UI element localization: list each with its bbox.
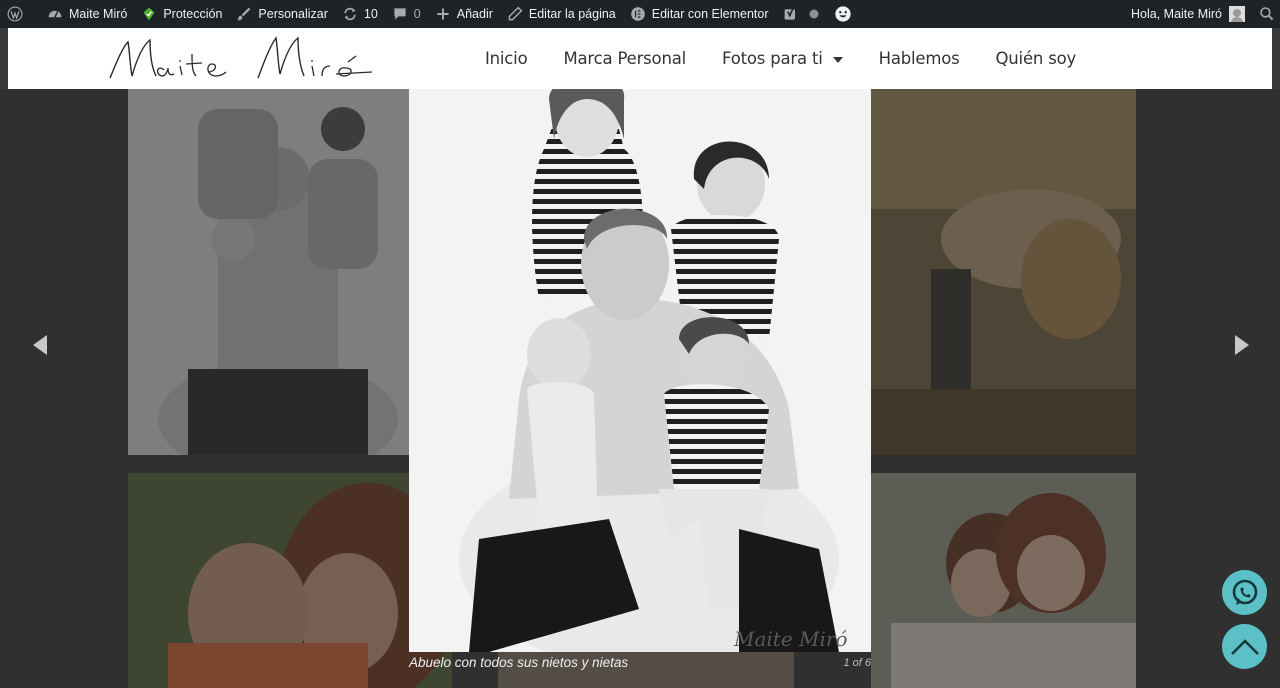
shield-icon [141, 6, 157, 22]
site-logo[interactable] [108, 34, 374, 84]
customize-menu[interactable]: Personalizar [229, 0, 334, 28]
wordpress-icon [7, 6, 23, 22]
smiley-menu[interactable] [827, 0, 865, 28]
nav-marca-personal[interactable]: Marca Personal [563, 49, 686, 68]
yoast-menu[interactable] [776, 0, 827, 28]
brush-icon [236, 6, 252, 22]
main-navigation: Inicio Marca Personal Fotos para ti Habl… [485, 28, 1112, 89]
admin-bar: Maite Miró Protección Personalizar 10 0 … [0, 0, 1280, 28]
lightbox-next-button[interactable] [1230, 333, 1254, 357]
arrow-left-icon [33, 335, 47, 355]
customize-label: Personalizar [258, 7, 328, 21]
search-icon [1259, 6, 1275, 22]
arrow-right-icon [1235, 335, 1249, 355]
lightbox-caption: Abuelo con todos sus nietos y nietas [409, 655, 629, 670]
admin-search-button[interactable] [1252, 0, 1280, 28]
nav-quien-soy[interactable]: Quién soy [996, 49, 1077, 68]
site-name-menu[interactable]: Maite Miró [40, 0, 134, 28]
nav-fotos-para-ti[interactable]: Fotos para ti [722, 49, 843, 68]
site-header: Inicio Marca Personal Fotos para ti Habl… [8, 28, 1272, 89]
updates-menu[interactable]: 10 [335, 0, 385, 28]
lightbox-image: Maite Miró [409, 89, 871, 652]
greeting-label: Hola, Maite Miró [1131, 7, 1222, 21]
add-new-label: Añadir [456, 7, 493, 21]
site-name-label: Maite Miró [69, 7, 128, 21]
nav-hablemos[interactable]: Hablemos [879, 49, 960, 68]
whatsapp-button[interactable] [1222, 570, 1267, 615]
scroll-to-top-button[interactable] [1222, 624, 1267, 669]
whatsapp-icon [1232, 579, 1257, 605]
smiley-icon [834, 5, 852, 23]
lightbox-prev-button[interactable] [28, 333, 52, 357]
plus-icon [435, 6, 451, 22]
protection-label: Protección [163, 7, 223, 21]
refresh-icon [342, 6, 358, 22]
avatar [1229, 6, 1245, 22]
chevron-up-icon [1230, 638, 1259, 655]
pencil-icon [507, 6, 523, 22]
my-account-menu[interactable]: Hola, Maite Miró [1124, 0, 1252, 28]
status-dot-icon [809, 6, 819, 22]
protection-menu[interactable]: Protección [134, 0, 229, 28]
edit-elementor-label: Editar con Elementor [651, 7, 769, 21]
elementor-icon [630, 6, 646, 22]
photo-watermark: Maite Miró [733, 627, 848, 651]
edit-elementor-menu[interactable]: Editar con Elementor [623, 0, 776, 28]
yoast-icon [783, 6, 799, 22]
comments-count: 0 [413, 7, 421, 21]
edit-page-label: Editar la página [528, 7, 616, 21]
signature-logo-icon [109, 36, 373, 79]
lightbox-counter: 1 of 6 [843, 657, 871, 669]
chevron-down-icon [832, 56, 843, 63]
wp-logo-menu[interactable] [0, 0, 40, 28]
edit-page-menu[interactable]: Editar la página [500, 0, 623, 28]
comments-menu[interactable]: 0 [385, 0, 428, 28]
nav-fotos-label: Fotos para ti [722, 49, 823, 68]
dashboard-icon [47, 6, 63, 22]
updates-count: 10 [363, 7, 378, 21]
nav-inicio[interactable]: Inicio [485, 49, 528, 68]
grandfather-grandchildren-photo-icon: Maite Miró [409, 89, 871, 652]
comment-icon [392, 6, 408, 22]
add-new-menu[interactable]: Añadir [428, 0, 500, 28]
